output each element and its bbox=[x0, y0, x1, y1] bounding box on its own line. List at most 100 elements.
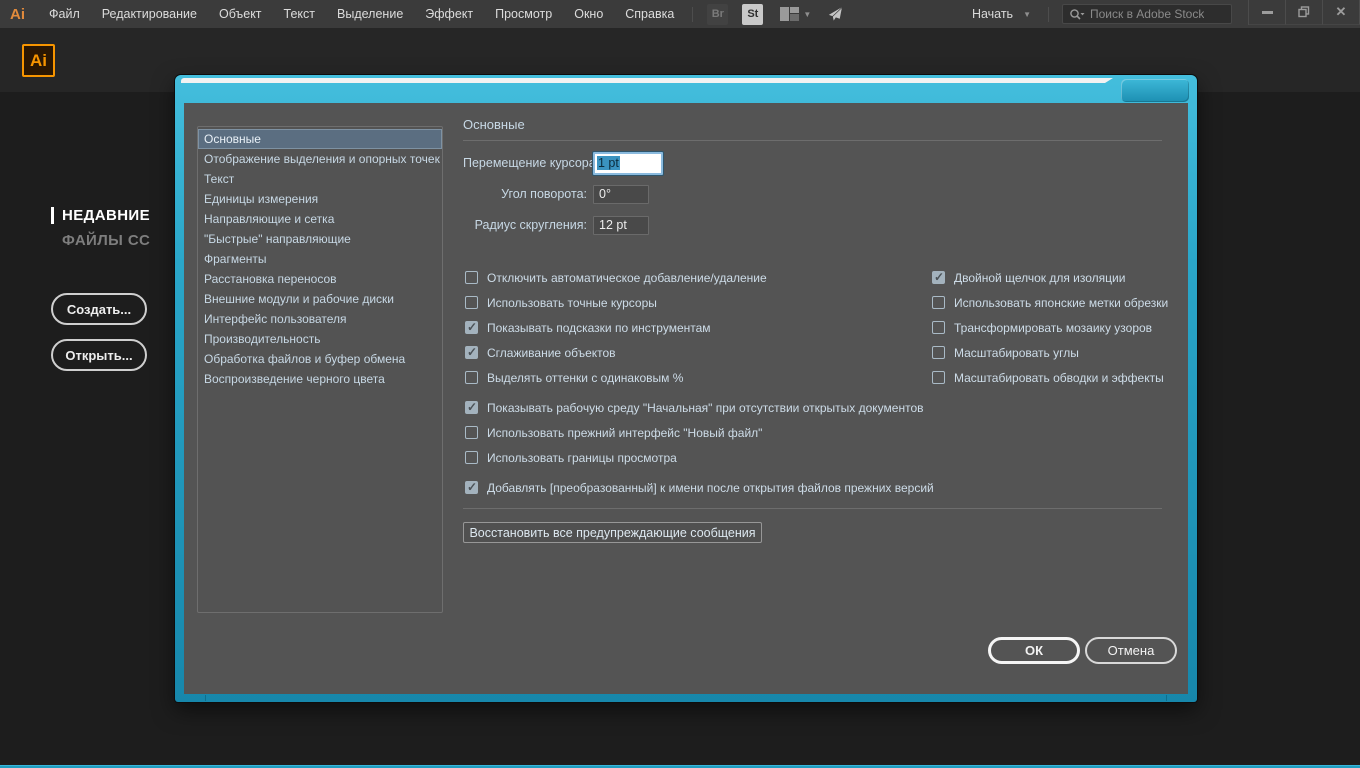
checkbox[interactable] bbox=[465, 401, 478, 414]
checkbox[interactable] bbox=[465, 271, 478, 284]
workspace-layout-icon[interactable] bbox=[780, 7, 799, 21]
field-input[interactable]: 1 pt bbox=[593, 152, 663, 175]
share-rocket-icon[interactable] bbox=[827, 6, 844, 22]
bridge-icon[interactable]: Br bbox=[707, 4, 728, 25]
checkbox[interactable] bbox=[465, 371, 478, 384]
field-input[interactable]: 0° bbox=[593, 185, 649, 204]
field-row: Радиус скругления:12 pt bbox=[463, 213, 649, 237]
checkbox-label: Двойной щелчок для изоляции bbox=[954, 271, 1125, 285]
checkbox[interactable] bbox=[932, 321, 945, 334]
window-controls: ✕ bbox=[1248, 0, 1360, 25]
menu-выделение[interactable]: Выделение bbox=[326, 0, 414, 28]
checkbox[interactable] bbox=[465, 481, 478, 494]
category-item[interactable]: Основные bbox=[198, 129, 442, 149]
options-column-left: Отключить автоматическое добавление/удал… bbox=[465, 265, 934, 500]
checkbox[interactable] bbox=[465, 321, 478, 334]
checkbox-label: Масштабировать углы bbox=[954, 346, 1079, 360]
stock-search-input[interactable]: Поиск в Adobe Stock bbox=[1062, 4, 1232, 24]
menu-файл[interactable]: Файл bbox=[38, 0, 91, 28]
menu-окно[interactable]: Окно bbox=[563, 0, 614, 28]
category-item[interactable]: "Быстрые" направляющие bbox=[198, 229, 442, 249]
option-row: Отключить автоматическое добавление/удал… bbox=[465, 265, 934, 290]
category-item[interactable]: Текст bbox=[198, 169, 442, 189]
checkbox[interactable] bbox=[932, 371, 945, 384]
open-button[interactable]: Открыть... bbox=[51, 339, 147, 371]
category-item[interactable]: Отображение выделения и опорных точек bbox=[198, 149, 442, 169]
field-label: Перемещение курсора: bbox=[463, 156, 593, 170]
checkbox[interactable] bbox=[932, 296, 945, 309]
option-row: Выделять оттенки с одинаковым % bbox=[465, 365, 934, 390]
category-item[interactable]: Обработка файлов и буфер обмена bbox=[198, 349, 442, 369]
checkbox-label: Использовать прежний интерфейс "Новый фа… bbox=[487, 426, 762, 440]
menu-items: ФайлРедактированиеОбъектТекстВыделениеЭф… bbox=[38, 0, 685, 28]
field-label: Радиус скругления: bbox=[463, 218, 593, 232]
search-placeholder: Поиск в Adobe Stock bbox=[1090, 7, 1204, 21]
restore-icon bbox=[1298, 6, 1310, 18]
category-item[interactable]: Воспроизведение черного цвета bbox=[198, 369, 442, 389]
category-item[interactable]: Производительность bbox=[198, 329, 442, 349]
checkbox[interactable] bbox=[465, 346, 478, 359]
selected-text: 1 pt bbox=[597, 156, 620, 170]
checkbox-label: Масштабировать обводки и эффекты bbox=[954, 371, 1164, 385]
search-separator bbox=[1048, 7, 1049, 22]
ok-button[interactable]: ОК bbox=[988, 637, 1080, 664]
illustrator-app-icon: Ai bbox=[22, 44, 55, 77]
menu-текст[interactable]: Текст bbox=[273, 0, 326, 28]
menu-редактирование[interactable]: Редактирование bbox=[91, 0, 208, 28]
option-row: Использовать границы просмотра bbox=[465, 445, 934, 470]
menu-объект[interactable]: Объект bbox=[208, 0, 273, 28]
menu-эффект[interactable]: Эффект bbox=[414, 0, 484, 28]
dialog-content: ОсновныеОтображение выделения и опорных … bbox=[184, 103, 1188, 694]
create-button[interactable]: Создать... bbox=[51, 293, 147, 325]
option-row: Трансформировать мозаику узоров bbox=[932, 315, 1168, 340]
category-item[interactable]: Интерфейс пользователя bbox=[198, 309, 442, 329]
category-item[interactable]: Внешние модули и рабочие диски bbox=[198, 289, 442, 309]
sidebar-item-cc-files[interactable]: ФАЙЛЫ CC bbox=[62, 232, 150, 249]
options-column-right: Двойной щелчок для изоляции Использовать … bbox=[932, 265, 1168, 390]
checkbox[interactable] bbox=[932, 271, 945, 284]
frame-notch-left bbox=[205, 695, 206, 701]
stock-icon[interactable]: St bbox=[742, 4, 763, 25]
active-nav-indicator bbox=[51, 207, 54, 224]
illustrator-app-window: Ai ФайлРедактированиеОбъектТекстВыделени… bbox=[0, 0, 1360, 768]
reset-warnings-button[interactable]: Восстановить все предупреждающие сообщен… bbox=[463, 522, 762, 543]
workspace-chevron-down-icon[interactable]: ▼ bbox=[803, 10, 811, 19]
field-row: Перемещение курсора: 1 pt bbox=[463, 151, 663, 175]
start-dropdown[interactable]: Начать ▼ bbox=[962, 7, 1041, 21]
option-row: Сглаживание объектов bbox=[465, 340, 934, 365]
close-icon: ✕ bbox=[1336, 4, 1347, 20]
minimize-button[interactable] bbox=[1249, 0, 1286, 25]
option-row: Добавлять [преобразованный] к имени посл… bbox=[465, 475, 934, 500]
checkbox[interactable] bbox=[932, 346, 945, 359]
field-input[interactable]: 12 pt bbox=[593, 216, 649, 235]
checkbox[interactable] bbox=[465, 296, 478, 309]
start-chevron-down-icon: ▼ bbox=[1023, 10, 1031, 19]
category-item[interactable]: Фрагменты bbox=[198, 249, 442, 269]
restore-button[interactable] bbox=[1286, 0, 1323, 25]
menu-bar: Ai ФайлРедактированиеОбъектТекстВыделени… bbox=[0, 0, 1360, 28]
checkbox-label: Использовать японские метки обрезки bbox=[954, 296, 1168, 310]
option-row: Показывать рабочую среду "Начальная" при… bbox=[465, 395, 934, 420]
checkbox-label: Выделять оттенки с одинаковым % bbox=[487, 371, 683, 385]
category-item[interactable]: Расстановка переносов bbox=[198, 269, 442, 289]
checkbox-label: Использовать точные курсоры bbox=[487, 296, 657, 310]
dialog-titlebar-button-area[interactable] bbox=[1121, 79, 1189, 102]
section-divider bbox=[463, 140, 1162, 141]
frame-notch-right bbox=[1166, 695, 1167, 701]
menu-просмотр[interactable]: Просмотр bbox=[484, 0, 563, 28]
minimize-icon bbox=[1262, 11, 1273, 14]
category-item[interactable]: Направляющие и сетка bbox=[198, 209, 442, 229]
checkbox[interactable] bbox=[465, 426, 478, 439]
sidebar-item-recent[interactable]: НЕДАВНИЕ bbox=[62, 207, 150, 224]
close-button[interactable]: ✕ bbox=[1323, 0, 1360, 25]
category-item[interactable]: Единицы измерения bbox=[198, 189, 442, 209]
footer-divider bbox=[463, 508, 1162, 509]
checkbox-label: Показывать подсказки по инструментам bbox=[487, 321, 711, 335]
menu-справка[interactable]: Справка bbox=[614, 0, 685, 28]
checkbox-label: Показывать рабочую среду "Начальная" при… bbox=[487, 401, 924, 415]
cancel-button[interactable]: Отмена bbox=[1085, 637, 1177, 664]
option-row: Использовать прежний интерфейс "Новый фа… bbox=[465, 420, 934, 445]
checkbox[interactable] bbox=[465, 451, 478, 464]
section-title: Основные bbox=[463, 117, 525, 132]
preferences-category-list: ОсновныеОтображение выделения и опорных … bbox=[197, 126, 443, 613]
